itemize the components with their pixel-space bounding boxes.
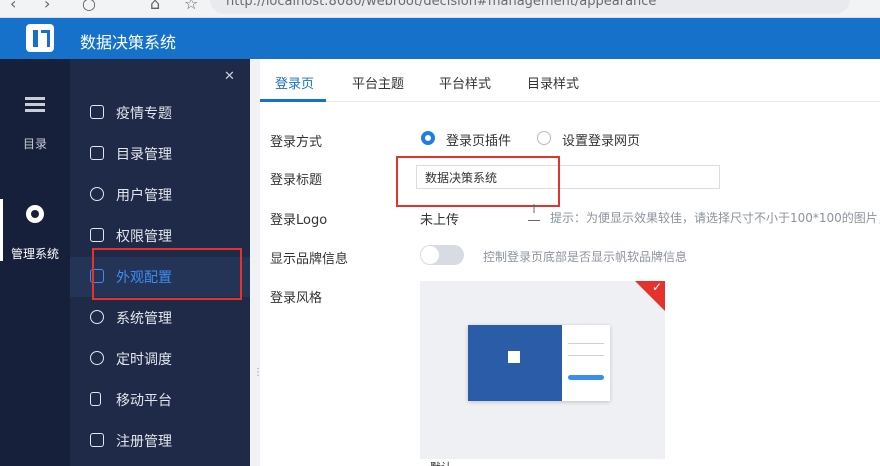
sidebar-item-scheduled-tasks[interactable]: 定时调度 bbox=[70, 339, 250, 379]
logo-size-hint: 提示：为便显示效果较佳，请选择尺寸不小于100*100的图片， bbox=[550, 211, 880, 225]
sidebar-item-user-management[interactable]: 用户管理 bbox=[70, 175, 250, 215]
thumbnail-logo-icon bbox=[508, 351, 520, 363]
thumbnail-login-button bbox=[568, 375, 604, 380]
login-style-preview-card[interactable]: ✓ 默认 bbox=[420, 281, 665, 466]
tab-catalog-style[interactable]: 目录样式 bbox=[527, 73, 579, 92]
tab-login-page[interactable]: 登录页 bbox=[275, 73, 314, 92]
main-panel: 登录页 平台主题 平台样式 目录样式 登录方式 登录页插件 设置登录网页 登录标… bbox=[260, 59, 880, 466]
preview-caption: 默认 bbox=[420, 459, 665, 466]
brand-info-description: 控制登录页底部是否显示帆软品牌信息 bbox=[483, 250, 688, 264]
sidebar-item-system-management[interactable]: 系统管理 bbox=[70, 298, 250, 338]
tab-platform-style[interactable]: 平台样式 bbox=[439, 73, 491, 92]
radio-custom-login-page[interactable] bbox=[537, 131, 551, 145]
list-icon bbox=[25, 95, 45, 115]
reload-icon[interactable]: ○ bbox=[82, 0, 96, 13]
sidebar-item-label: 定时调度 bbox=[116, 352, 172, 368]
upload-icon[interactable] bbox=[528, 202, 540, 221]
sidebar-item-label: 移动平台 bbox=[116, 393, 172, 409]
address-bar-url[interactable]: http://localhost:8080/webroot/decision#m… bbox=[226, 0, 656, 9]
app-header: 数据决策系统 bbox=[0, 18, 880, 59]
highlight-annotation-box bbox=[396, 156, 560, 207]
topic-icon bbox=[90, 105, 104, 119]
star-icon[interactable]: ☆ bbox=[184, 0, 198, 13]
login-style-label: 登录风格 bbox=[270, 291, 323, 306]
sidebar-item-label: 权限管理 bbox=[116, 229, 172, 245]
rail-item-label: 目录 bbox=[22, 137, 47, 151]
brand-info-toggle[interactable] bbox=[420, 245, 464, 265]
tab-platform-theme[interactable]: 平台主题 bbox=[352, 73, 404, 92]
check-icon: ✓ bbox=[651, 281, 662, 294]
sidebar-item-mobile-platform[interactable]: 移动平台 bbox=[70, 380, 250, 420]
login-page-thumbnail bbox=[468, 325, 610, 401]
radio-custom-login-page-label[interactable]: 设置登录网页 bbox=[562, 130, 640, 149]
sidebar-item-epidemic-topic[interactable]: 疫情专题 bbox=[70, 93, 250, 133]
brand-info-label: 显示品牌信息 bbox=[270, 252, 349, 267]
user-icon bbox=[90, 187, 104, 201]
management-sidebar: ✕ 疫情专题 目录管理 用户管理 权限管理 外观配置 系统管理 定时调度 移动平… bbox=[70, 59, 250, 466]
login-logo-label: 登录Logo bbox=[270, 213, 328, 228]
timer-icon bbox=[90, 351, 104, 365]
primary-rail: 目录 管理系统 bbox=[0, 59, 70, 466]
browser-toolbar: ‹ › ○ ⌂ ☆ http://localhost:8080/webroot/… bbox=[0, 0, 880, 18]
home-icon[interactable]: ⌂ bbox=[150, 0, 160, 13]
pin-icon[interactable]: ✕ bbox=[224, 69, 235, 84]
rail-item-label: 管理系统 bbox=[10, 247, 59, 261]
sidebar-item-catalog-management[interactable]: 目录管理 bbox=[70, 134, 250, 174]
forward-icon[interactable]: › bbox=[44, 0, 50, 13]
radio-login-plugin[interactable] bbox=[421, 131, 435, 145]
active-tab-indicator bbox=[260, 99, 326, 102]
back-icon[interactable]: ‹ bbox=[10, 0, 16, 13]
gear-icon bbox=[25, 205, 45, 225]
thumbnail-banner bbox=[468, 325, 562, 401]
highlight-annotation-box bbox=[92, 248, 242, 300]
sidebar-item-label: 目录管理 bbox=[116, 147, 172, 163]
thumbnail-login-form bbox=[562, 325, 610, 401]
app-title: 数据决策系统 bbox=[80, 33, 177, 52]
lock-icon bbox=[90, 228, 104, 242]
rail-item-catalog[interactable]: 目录 bbox=[0, 95, 70, 152]
sidebar-item-label: 系统管理 bbox=[116, 311, 172, 327]
tab-bar: 登录页 平台主题 平台样式 目录样式 bbox=[260, 59, 880, 102]
panel-splitter[interactable]: ⋮ bbox=[250, 59, 263, 466]
sidebar-item-label: 用户管理 bbox=[116, 188, 172, 204]
app-logo bbox=[26, 24, 54, 52]
sidebar-item-label: 疫情专题 bbox=[116, 106, 172, 122]
radio-login-plugin-label[interactable]: 登录页插件 bbox=[446, 130, 511, 149]
catalog-icon bbox=[90, 146, 104, 160]
login-title-label: 登录标题 bbox=[270, 173, 323, 188]
sidebar-item-registration-management[interactable]: 注册管理 bbox=[70, 421, 250, 461]
register-icon bbox=[90, 433, 104, 447]
sidebar-item-label: 注册管理 bbox=[116, 434, 172, 450]
login-method-label: 登录方式 bbox=[270, 135, 323, 150]
logo-upload-status: 未上传 bbox=[420, 213, 460, 228]
mobile-icon bbox=[90, 392, 101, 406]
settings-icon bbox=[90, 310, 104, 324]
rail-item-admin-system[interactable]: 管理系统 bbox=[0, 199, 70, 262]
